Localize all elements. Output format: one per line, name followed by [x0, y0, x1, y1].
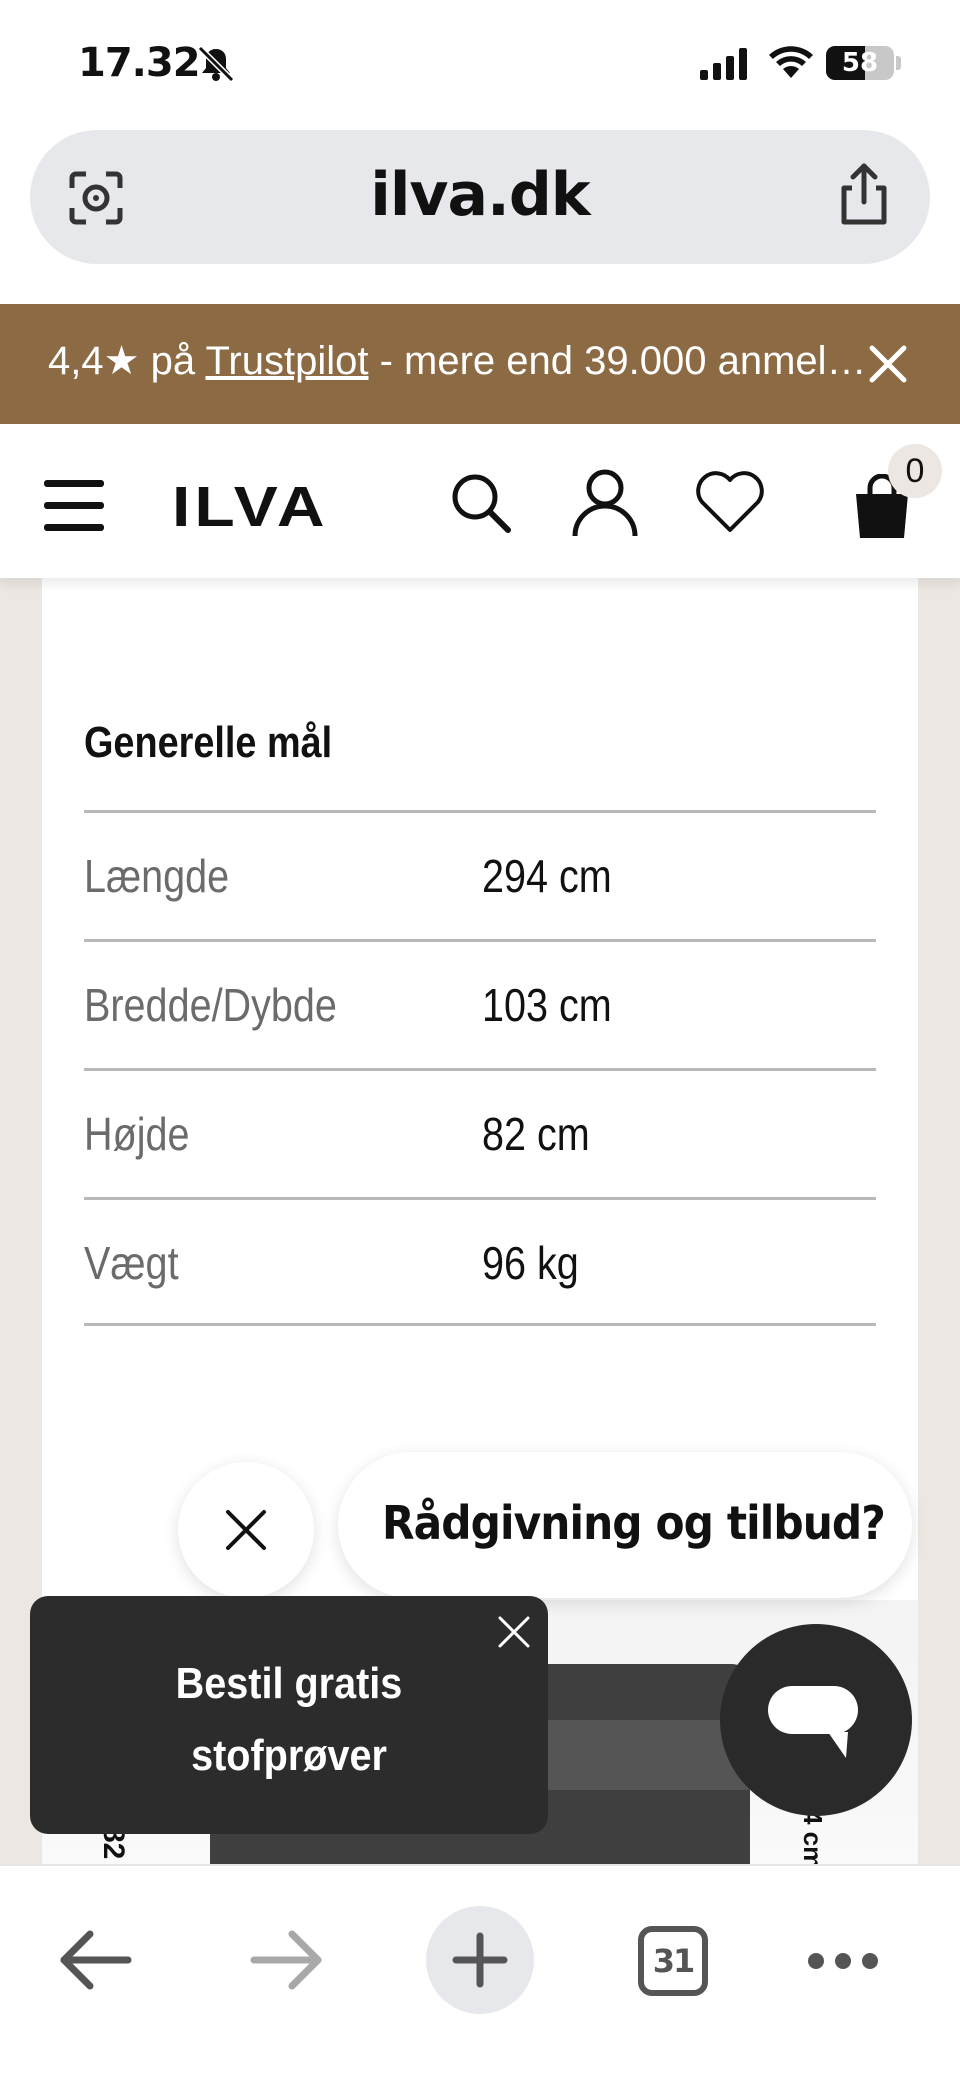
close-banner-icon[interactable]	[868, 344, 908, 384]
spec-value: 82 cm	[482, 1108, 590, 1160]
toast-line-1: Bestil gratis	[175, 1659, 403, 1708]
browser-toolbar: 31	[0, 1864, 960, 2079]
specs-table: Længde 294 cm Bredde/Dybde 103 cm Højde …	[84, 810, 876, 1326]
browser-address-area: ilva.dk	[0, 128, 960, 304]
status-time: 17.32	[78, 40, 201, 86]
status-bar: 17.32 58	[0, 0, 960, 128]
trustpilot-link[interactable]: Trustpilot	[205, 339, 368, 383]
menu-icon[interactable]	[44, 480, 106, 532]
toast-line-2: stofprøver	[191, 1731, 387, 1780]
more-options-icon[interactable]	[806, 1950, 880, 1972]
url-text: ilva.dk	[370, 160, 590, 230]
site-header: ILVA 0	[0, 424, 960, 578]
trustpilot-banner: 4,4★ på Trustpilot - mere end 39.000 anm…	[0, 304, 960, 424]
ilva-logo[interactable]: ILVA	[172, 478, 329, 535]
back-arrow-icon[interactable]	[58, 1928, 132, 1992]
spec-label: Længde	[84, 850, 230, 902]
battery-level: 58	[841, 48, 879, 78]
bell-off-icon	[197, 45, 235, 83]
account-icon[interactable]	[570, 468, 640, 538]
wishlist-heart-icon[interactable]	[694, 470, 766, 536]
search-icon[interactable]	[448, 470, 512, 534]
cart-count-badge: 0	[888, 444, 942, 498]
spec-label: Bredde/Dybde	[84, 979, 337, 1031]
spec-label: Højde	[84, 1108, 190, 1160]
forward-arrow-icon[interactable]	[250, 1928, 324, 1992]
spec-row: Bredde/Dybde 103 cm	[84, 939, 876, 1068]
chat-dismiss-button[interactable]	[178, 1462, 314, 1598]
new-tab-button[interactable]	[426, 1906, 534, 2014]
share-icon[interactable]	[834, 162, 894, 228]
plus-icon	[452, 1932, 508, 1988]
spec-value: 294 cm	[482, 850, 612, 902]
spec-row: Længde 294 cm	[84, 810, 876, 939]
chat-launcher-button[interactable]	[720, 1624, 912, 1816]
dimension-label-right: 4 cm	[798, 1810, 828, 1868]
battery-icon: 58	[826, 46, 894, 80]
chat-icon	[768, 1686, 858, 1758]
spec-label: Vægt	[84, 1237, 179, 1289]
close-icon	[226, 1510, 266, 1550]
cellular-signal-icon	[700, 48, 747, 80]
reviews-text: - mere end 39.000 anmel…	[368, 339, 867, 383]
spec-value: 103 cm	[482, 979, 612, 1031]
close-toast-icon[interactable]	[494, 1612, 534, 1652]
chat-prompt-bubble[interactable]: Rådgivning og tilbud?	[338, 1452, 912, 1598]
address-bar[interactable]: ilva.dk	[30, 130, 930, 264]
wifi-icon	[769, 46, 813, 78]
spec-value: 96 kg	[482, 1237, 579, 1289]
specs-section-title: Generelle mål	[84, 718, 333, 767]
tab-switcher-button[interactable]: 31	[638, 1926, 708, 1996]
spec-row: Højde 82 cm	[84, 1068, 876, 1197]
spec-row: Vægt 96 kg	[84, 1197, 876, 1326]
trustpilot-banner-text: 4,4★ på Trustpilot - mere end 39.000 anm…	[48, 338, 878, 384]
fabric-samples-text: Bestil gratis stofprøver	[56, 1648, 522, 1792]
fabric-samples-toast[interactable]: Bestil gratis stofprøver	[30, 1596, 548, 1834]
chat-prompt-text: Rådgivning og tilbud?	[382, 1496, 886, 1550]
rating-text: 4,4★ på	[48, 339, 206, 383]
